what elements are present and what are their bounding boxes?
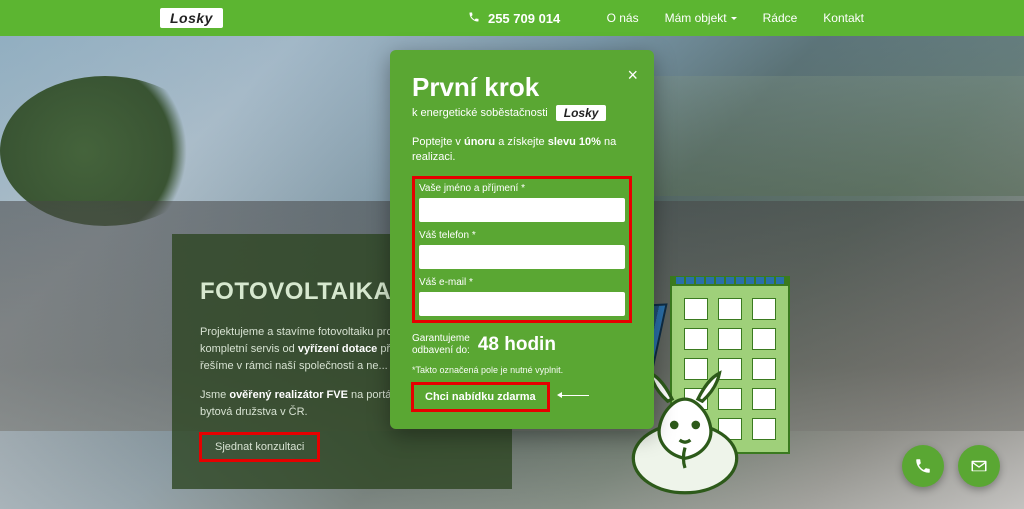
name-field[interactable]	[419, 198, 625, 222]
guarantee-row: Garantujeme odbavení do: 48 hodin	[412, 333, 632, 357]
nav-radce[interactable]: Rádce	[763, 11, 798, 25]
navbar: Losky 255 709 014 O nás Mám objekt Rádce…	[0, 0, 1024, 36]
close-icon[interactable]: ×	[627, 66, 638, 84]
chevron-down-icon	[731, 17, 737, 20]
phone-icon	[468, 11, 480, 26]
lead-form: Vaše jméno a příjmení * Váš telefon * Vá…	[419, 183, 625, 316]
fab-row	[902, 445, 1000, 487]
consult-button[interactable]: Sjednat konzultaci	[200, 433, 319, 461]
modal-logo: Losky	[556, 105, 607, 121]
email-field[interactable]	[419, 292, 625, 316]
nav-onas[interactable]: O nás	[607, 11, 639, 25]
fab-mail-button[interactable]	[958, 445, 1000, 487]
phone-number: 255 709 014	[488, 11, 560, 26]
guarantee-label: Garantujeme odbavení do:	[412, 333, 470, 357]
phone-field[interactable]	[419, 245, 625, 269]
nav-mam-objekt[interactable]: Mám objekt	[665, 11, 737, 25]
submit-button[interactable]: Chci nabídku zdarma	[412, 383, 549, 411]
phone-link[interactable]: 255 709 014	[468, 11, 560, 26]
form-highlight: Vaše jméno a příjmení * Váš telefon * Vá…	[412, 176, 632, 323]
modal-promo: Poptejte v únoru a získejte slevu 10% na…	[412, 135, 632, 166]
email-label: Váš e-mail *	[419, 277, 625, 288]
arrow-left-icon	[561, 395, 589, 396]
modal-subtitle: k energetické soběstačnosti	[412, 107, 548, 119]
fab-call-button[interactable]	[902, 445, 944, 487]
nav-kontakt[interactable]: Kontakt	[823, 11, 864, 25]
nav-mam-objekt-label: Mám objekt	[665, 11, 727, 25]
lead-modal: × První krok k energetické soběstačnosti…	[390, 50, 654, 429]
guarantee-value: 48 hodin	[478, 334, 556, 356]
logo[interactable]: Losky	[160, 8, 223, 28]
nav-links: O nás Mám objekt Rádce Kontakt	[607, 11, 864, 25]
phone-label: Váš telefon *	[419, 230, 625, 241]
required-note: *Takto označená pole je nutné vyplnit.	[412, 365, 632, 375]
modal-title: První krok	[412, 72, 632, 103]
phone-icon	[914, 457, 932, 475]
mail-icon	[970, 457, 988, 475]
name-label: Vaše jméno a příjmení *	[419, 183, 625, 194]
